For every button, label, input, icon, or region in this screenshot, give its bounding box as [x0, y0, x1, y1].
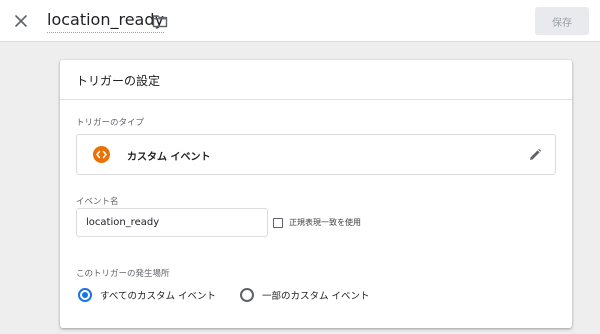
card-title: トリガーの設定: [76, 74, 161, 88]
radio-all-custom-events[interactable]: すべてのカスタム イベント: [78, 288, 216, 302]
close-button[interactable]: [9, 9, 33, 33]
event-name-input[interactable]: [76, 208, 268, 237]
trigger-type-selector[interactable]: カスタム イベント: [76, 134, 556, 175]
checkbox-box[interactable]: [273, 217, 283, 228]
close-icon: [15, 15, 27, 27]
radio-all-custom-events-label: すべてのカスタム イベント: [100, 291, 216, 302]
radio-button-unselected[interactable]: [240, 288, 254, 302]
top-bar: location_ready 保存: [0, 0, 600, 42]
trigger-type-name: カスタム イベント: [127, 152, 211, 163]
save-button[interactable]: 保存: [535, 7, 589, 35]
trigger-name-title[interactable]: location_ready: [47, 10, 164, 33]
edit-trigger-type-button[interactable]: [527, 147, 543, 163]
trigger-configuration-card: トリガーの設定 トリガーのタイプ カスタム イベント イベント名 正規表現一致を…: [60, 60, 572, 328]
custom-event-icon: [93, 146, 110, 163]
radio-some-custom-events-label: 一部のカスタム イベント: [262, 291, 370, 302]
card-header: トリガーの設定: [60, 60, 572, 100]
trigger-type-label: トリガーのタイプ: [76, 118, 145, 128]
radio-some-custom-events[interactable]: 一部のカスタム イベント: [240, 288, 370, 302]
fire-on-label: このトリガーの発生場所: [76, 269, 170, 279]
use-regex-label: 正規表現一致を使用: [289, 218, 361, 227]
pencil-icon: [530, 148, 542, 160]
folder-icon: [152, 15, 168, 28]
event-name-label: イベント名: [76, 197, 119, 207]
use-regex-checkbox[interactable]: 正規表現一致を使用: [273, 217, 361, 228]
folder-button[interactable]: [150, 11, 170, 31]
radio-button-selected[interactable]: [78, 288, 92, 302]
